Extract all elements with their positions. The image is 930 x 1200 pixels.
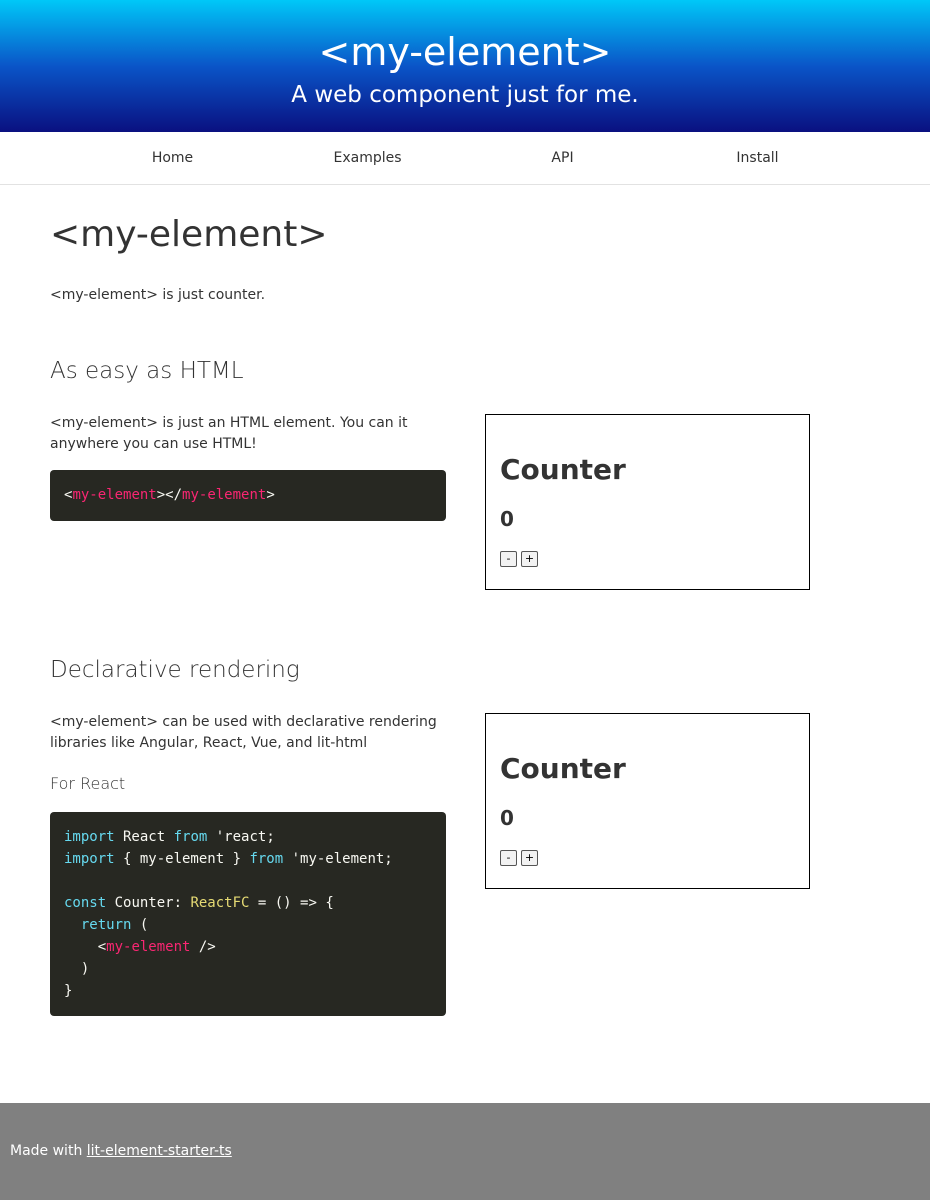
decrement-button[interactable]: -: [500, 850, 517, 866]
code-token: 'react;: [207, 829, 275, 845]
intro-tag: <my-element>: [50, 287, 158, 303]
code-token: return: [80, 917, 132, 933]
code-token: ></: [156, 487, 183, 503]
code-token: (: [131, 917, 149, 933]
section2-text: <my-element> can be used with declarativ…: [50, 712, 445, 754]
code-token: />: [190, 939, 216, 955]
code-token: = () => {: [249, 895, 334, 911]
code-token: React: [114, 829, 174, 845]
increment-button[interactable]: +: [521, 850, 538, 866]
section1-text: <my-element> is just an HTML element. Yo…: [50, 413, 445, 455]
code-token: ReactFC: [190, 895, 250, 911]
code-token: ): [80, 961, 90, 977]
code-token: }: [64, 983, 73, 999]
counter-title: Counter: [500, 453, 626, 486]
nav-home[interactable]: Home: [75, 132, 270, 184]
code-block-html: <my-element></my-element>: [50, 470, 446, 521]
site-subtitle: A web component just for me.: [291, 82, 639, 108]
code-token: Counter:: [106, 895, 191, 911]
section-title-html: As easy as HTML: [50, 358, 244, 384]
site-header: <my-element> A web component just for me…: [0, 0, 930, 132]
code-token: my-element: [106, 939, 191, 955]
code-token: 'my-element;: [283, 851, 393, 867]
code-token: import: [64, 829, 115, 845]
site-footer: Made with lit-element-starter-ts: [0, 1103, 930, 1200]
code-token: { my-element }: [114, 851, 250, 867]
footer-link[interactable]: lit-element-starter-ts: [87, 1143, 232, 1159]
section-title-declarative: Declarative rendering: [50, 657, 300, 683]
code-token: import: [64, 851, 115, 867]
counter-widget: Counter 0 - +: [485, 414, 810, 590]
page-title: <my-element>: [50, 214, 328, 255]
code-block-react: import React from 'react; import { my-el…: [50, 812, 446, 1016]
decrement-button[interactable]: -: [500, 551, 517, 567]
site-title: <my-element>: [318, 30, 612, 74]
counter-buttons: - +: [500, 850, 795, 866]
counter-buttons: - +: [500, 551, 795, 567]
code-token: from: [249, 851, 284, 867]
code-token: my-element: [182, 487, 267, 503]
nav-install[interactable]: Install: [660, 132, 855, 184]
nav-examples[interactable]: Examples: [270, 132, 465, 184]
nav-bar: Home Examples API Install: [0, 132, 930, 185]
counter-widget: Counter 0 - +: [485, 713, 810, 889]
react-subtitle: For React: [50, 774, 126, 793]
code-token: const: [64, 895, 107, 911]
counter-title: Counter: [500, 752, 626, 785]
code-token: <: [97, 939, 107, 955]
nav-api[interactable]: API: [465, 132, 660, 184]
code-token: >: [266, 487, 275, 503]
intro-text: <my-element> is just counter.: [50, 287, 265, 303]
section1-tag: <my-element>: [50, 415, 158, 431]
section2-tag: <my-element>: [50, 714, 158, 730]
intro-body: is just counter.: [157, 287, 266, 303]
increment-button[interactable]: +: [521, 551, 538, 567]
code-token: my-element: [72, 487, 157, 503]
footer-prefix: Made with: [10, 1143, 87, 1159]
footer-text: Made with lit-element-starter-ts: [10, 1143, 232, 1159]
code-token: from: [173, 829, 208, 845]
counter-value: 0: [500, 507, 514, 531]
counter-value: 0: [500, 806, 514, 830]
